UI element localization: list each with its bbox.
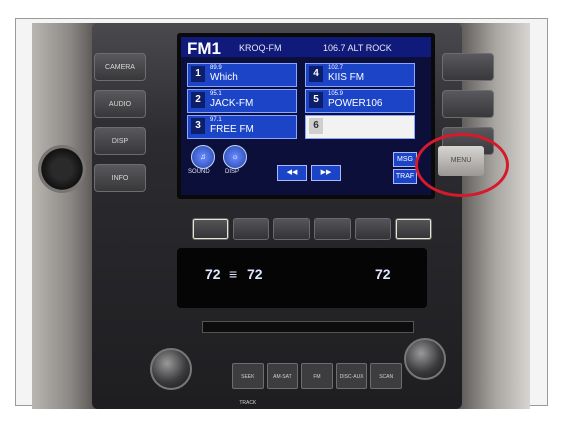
hard-button-3[interactable] xyxy=(273,218,311,240)
volume-knob[interactable] xyxy=(150,348,192,390)
radio-screen: FM1 KROQ-FM 106.7 ALT ROCK 1 89.9 Which … xyxy=(177,33,435,199)
preset-3-button[interactable]: 3 97.1 FREE FM xyxy=(187,115,297,139)
am-sat-button[interactable]: AM·SAT xyxy=(266,363,299,389)
passenger-temp: 72 xyxy=(375,266,391,282)
camera-button[interactable]: CAMERA xyxy=(94,53,146,81)
driver-temp: 72 xyxy=(205,266,221,282)
sound-icon[interactable]: ♫ xyxy=(191,145,215,169)
climate-display: 72 ≡ 72 72 xyxy=(177,248,427,308)
hard-button-2[interactable] xyxy=(232,218,270,240)
preset-5-button[interactable]: 5 105.9 POWER106 xyxy=(305,89,415,113)
right-button-2[interactable] xyxy=(442,90,494,118)
right-button-1[interactable] xyxy=(442,53,494,81)
display-icon[interactable]: ☼ xyxy=(223,145,247,169)
audio-source-buttons: SEEK TRACK AM·SAT FM DISC·AUX SCAN xyxy=(232,363,402,406)
left-button-column: CAMERA AUDIO DISP INFO xyxy=(94,53,146,201)
scan-button[interactable]: SCAN xyxy=(370,363,402,389)
audio-button[interactable]: AUDIO xyxy=(94,90,146,118)
hard-button-row xyxy=(192,218,433,240)
band-label: FM1 xyxy=(187,39,221,58)
info-button[interactable]: INFO xyxy=(94,164,146,192)
preset-6-button[interactable]: 6 xyxy=(305,115,415,139)
preset-4-button[interactable]: 4 102.7 KIIS FM xyxy=(305,63,415,87)
tune-knob[interactable] xyxy=(404,338,446,380)
station-call-sign: KROQ-FM xyxy=(239,43,282,53)
fan-icon: ≡ xyxy=(229,266,238,282)
hard-button-6[interactable] xyxy=(395,218,433,240)
preset-1-button[interactable]: 1 89.9 Which xyxy=(187,63,297,87)
traf-button[interactable]: TRAF xyxy=(393,169,417,184)
preset-2-button[interactable]: 2 95.1 JACK-FM xyxy=(187,89,297,113)
disp-label: DISP xyxy=(225,169,240,175)
station-info: 106.7 ALT ROCK xyxy=(323,43,392,53)
seek-up-button[interactable]: ▶▶ xyxy=(311,165,341,181)
screen-header: FM1 KROQ-FM 106.7 ALT ROCK xyxy=(181,37,431,58)
hard-button-1[interactable] xyxy=(192,218,229,240)
driver-temp-set: 72 xyxy=(247,266,263,282)
cd-slot[interactable] xyxy=(202,321,414,333)
hard-button-4[interactable] xyxy=(314,218,351,240)
disp-button[interactable]: DISP xyxy=(94,127,146,155)
msg-button[interactable]: MSG xyxy=(393,152,417,167)
hard-button-5[interactable] xyxy=(354,218,392,240)
sound-label: SOUND xyxy=(188,169,210,175)
menu-highlight-circle xyxy=(415,133,509,197)
seek-down-button[interactable]: ◀◀ xyxy=(277,165,307,181)
air-vent-knob xyxy=(38,145,86,193)
disc-aux-button[interactable]: DISC·AUX xyxy=(335,363,368,389)
seek-track-button[interactable]: SEEK TRACK xyxy=(232,363,264,406)
dashboard-photo: CAMERA AUDIO DISP INFO FM1 KROQ-FM 106.7… xyxy=(32,23,530,409)
fm-button[interactable]: FM xyxy=(301,363,333,389)
